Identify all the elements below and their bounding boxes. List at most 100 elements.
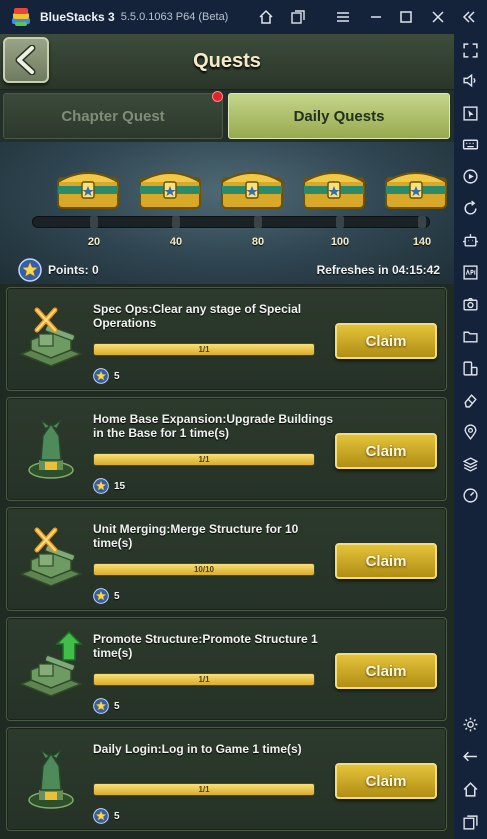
chest-icon: [139, 172, 201, 209]
milestone-marker: [418, 216, 426, 228]
crossed-swords-turret-icon: [18, 527, 84, 587]
home-icon: [463, 782, 478, 797]
quest-reward-points: 15: [114, 480, 126, 492]
chest-icon: [221, 172, 283, 209]
maximize-icon: [400, 11, 412, 23]
robot-icon: [463, 234, 478, 247]
quest-title: Daily Login:Log in to Game 1 time(s): [93, 742, 302, 756]
gear-icon: [463, 717, 478, 732]
android-home-button[interactable]: [461, 780, 480, 799]
menu-button[interactable]: [333, 7, 353, 27]
milestone-label: 20: [87, 236, 101, 248]
claim-button[interactable]: Claim: [335, 433, 437, 469]
rotate-button[interactable]: [461, 199, 480, 218]
tab-daily-quests[interactable]: Daily Quests: [228, 93, 450, 139]
reward-chest[interactable]: [219, 164, 285, 212]
claim-button[interactable]: Claim: [335, 323, 437, 359]
folder-icon: [463, 331, 478, 343]
camera-icon: [463, 298, 478, 311]
quest-title: Spec Ops:Clear any stage of Special Oper…: [93, 302, 302, 330]
quest-card: Spec Ops:Clear any stage of Special Oper…: [6, 287, 447, 391]
points-label: Points: 0: [48, 263, 99, 277]
quest-reward: 5: [93, 588, 120, 604]
statue-icon: [28, 749, 74, 809]
quest-progress-text: 10/10: [193, 565, 215, 574]
milestone-marker: [172, 216, 180, 228]
screenshot-button[interactable]: [461, 295, 480, 314]
milestone-marker: [90, 216, 98, 228]
devices-icon: [463, 361, 478, 376]
quest-progress-bar: 1/1: [93, 453, 315, 466]
performance-button[interactable]: [461, 486, 480, 505]
quest-reward-points: 5: [114, 370, 120, 382]
quest-card: Unit Merging:Merge Structure for 10 time…: [6, 507, 447, 611]
star-icon: [93, 698, 109, 714]
reward-chest[interactable]: [301, 164, 367, 212]
android-recents-button[interactable]: [461, 813, 480, 832]
pointer-button[interactable]: [461, 104, 480, 123]
fullscreen-button[interactable]: [461, 41, 480, 60]
milestone-label: 80: [251, 236, 265, 248]
quest-progress-bar: 1/1: [93, 783, 315, 796]
record-button[interactable]: [461, 167, 480, 186]
star-icon: [18, 258, 42, 282]
location-button[interactable]: [461, 423, 480, 442]
multi-instance-button[interactable]: [288, 7, 308, 27]
settings-button[interactable]: [461, 715, 480, 734]
macro-button[interactable]: [461, 231, 480, 250]
star-icon: [93, 588, 109, 604]
collapse-sidebar-button[interactable]: [459, 7, 479, 27]
quest-reward: 15: [93, 478, 125, 494]
quests-header: Quests: [0, 34, 454, 90]
crossed-swords-turret-icon: [18, 307, 84, 367]
reward-chest[interactable]: [137, 164, 203, 212]
minimize-button[interactable]: [366, 7, 386, 27]
apk-install-button[interactable]: [461, 263, 480, 282]
star-icon: [93, 808, 109, 824]
quest-tabs: Chapter Quest Daily Quests: [0, 91, 454, 141]
layers-button[interactable]: [461, 455, 480, 474]
chest-icon: [57, 172, 119, 209]
reward-chest[interactable]: [383, 164, 449, 212]
home-button[interactable]: [256, 7, 276, 27]
location-pin-icon: [464, 424, 477, 440]
milestone-label: 100: [330, 236, 350, 248]
notification-dot: [212, 91, 223, 102]
tab-chapter-quest[interactable]: Chapter Quest: [3, 93, 223, 139]
claim-button[interactable]: Claim: [335, 763, 437, 799]
star-icon: [93, 478, 109, 494]
arrow-left-icon: [463, 751, 477, 762]
close-button[interactable]: [428, 7, 448, 27]
recents-icon: [463, 815, 478, 830]
quest-reward: 5: [93, 698, 120, 714]
volume-button[interactable]: [461, 71, 480, 90]
layers-icon: [462, 457, 479, 472]
quest-list: Spec Ops:Clear any stage of Special Oper…: [0, 284, 454, 839]
quest-reward-points: 5: [114, 700, 120, 712]
speaker-icon: [463, 73, 476, 88]
quest-reward: 5: [93, 808, 120, 824]
claim-button[interactable]: Claim: [335, 543, 437, 579]
play-circle-icon: [463, 169, 478, 184]
folder-button[interactable]: [461, 327, 480, 346]
chest-icon: [385, 172, 447, 209]
quest-card: Home Base Expansion:Upgrade Buildings in…: [6, 397, 447, 501]
keyboard-icon: [462, 139, 479, 150]
quest-progress-text: 1/1: [198, 455, 210, 464]
minimize-icon: [371, 16, 381, 18]
eco-mode-button[interactable]: [461, 391, 480, 410]
page-title: Quests: [193, 50, 261, 72]
android-back-button[interactable]: [461, 747, 480, 766]
maximize-button[interactable]: [396, 7, 416, 27]
milestone-label: 140: [412, 236, 432, 248]
title-bar: BlueStacks 3 5.5.0.1063 P64 (Beta): [0, 0, 487, 34]
cursor-icon: [463, 106, 478, 121]
quest-reward: 5: [93, 368, 120, 384]
claim-button[interactable]: Claim: [335, 653, 437, 689]
keyboard-button[interactable]: [461, 135, 480, 154]
apk-icon: [463, 265, 478, 280]
quest-progress-text: 1/1: [198, 675, 210, 684]
quest-progress-text: 1/1: [198, 345, 210, 354]
multi-instance-sync-button[interactable]: [461, 359, 480, 378]
reward-chest[interactable]: [55, 164, 121, 212]
